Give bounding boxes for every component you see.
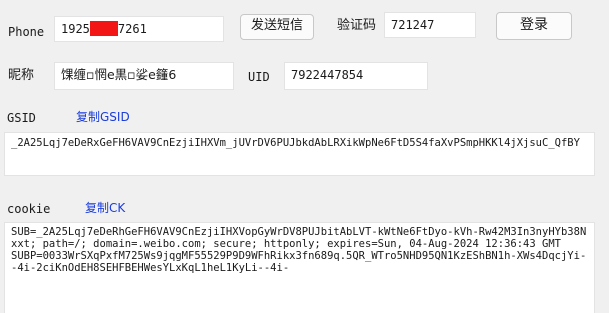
- phone-redaction-mark: [89, 21, 118, 36]
- phone-value-prefix: 1925: [61, 22, 90, 36]
- nickname-label: 昵称: [8, 68, 35, 83]
- phone-value-suffix: 7261: [117, 22, 147, 36]
- gsid-textarea[interactable]: _2A25Lqj7eDeRxGeFH6VAV9CnEzjiIHXVm_jUVrD…: [4, 132, 595, 176]
- uid-label: UID: [248, 70, 270, 84]
- cookie-label: cookie: [7, 202, 51, 216]
- phone-input[interactable]: 1925 7261: [54, 16, 224, 42]
- copy-cookie-link[interactable]: 复制CK: [85, 200, 125, 216]
- send-sms-button[interactable]: 发送短信: [240, 14, 314, 40]
- login-button[interactable]: 登录: [496, 12, 572, 40]
- gsid-label: GSID: [7, 111, 36, 125]
- phone-label: Phone: [8, 25, 45, 39]
- verify-code-input[interactable]: 721247: [384, 12, 476, 38]
- verify-code-label: 验证码: [337, 18, 377, 33]
- nickname-input[interactable]: 馃缠▫惘e黒▫娑e籦6: [54, 62, 234, 90]
- copy-gsid-link[interactable]: 复制GSID: [76, 109, 130, 125]
- cookie-textarea[interactable]: SUB=_2A25Lqj7eDeRhGeFH6VAV9CnEzjiIHXVopG…: [4, 222, 595, 313]
- uid-input[interactable]: 7922447854: [284, 62, 428, 90]
